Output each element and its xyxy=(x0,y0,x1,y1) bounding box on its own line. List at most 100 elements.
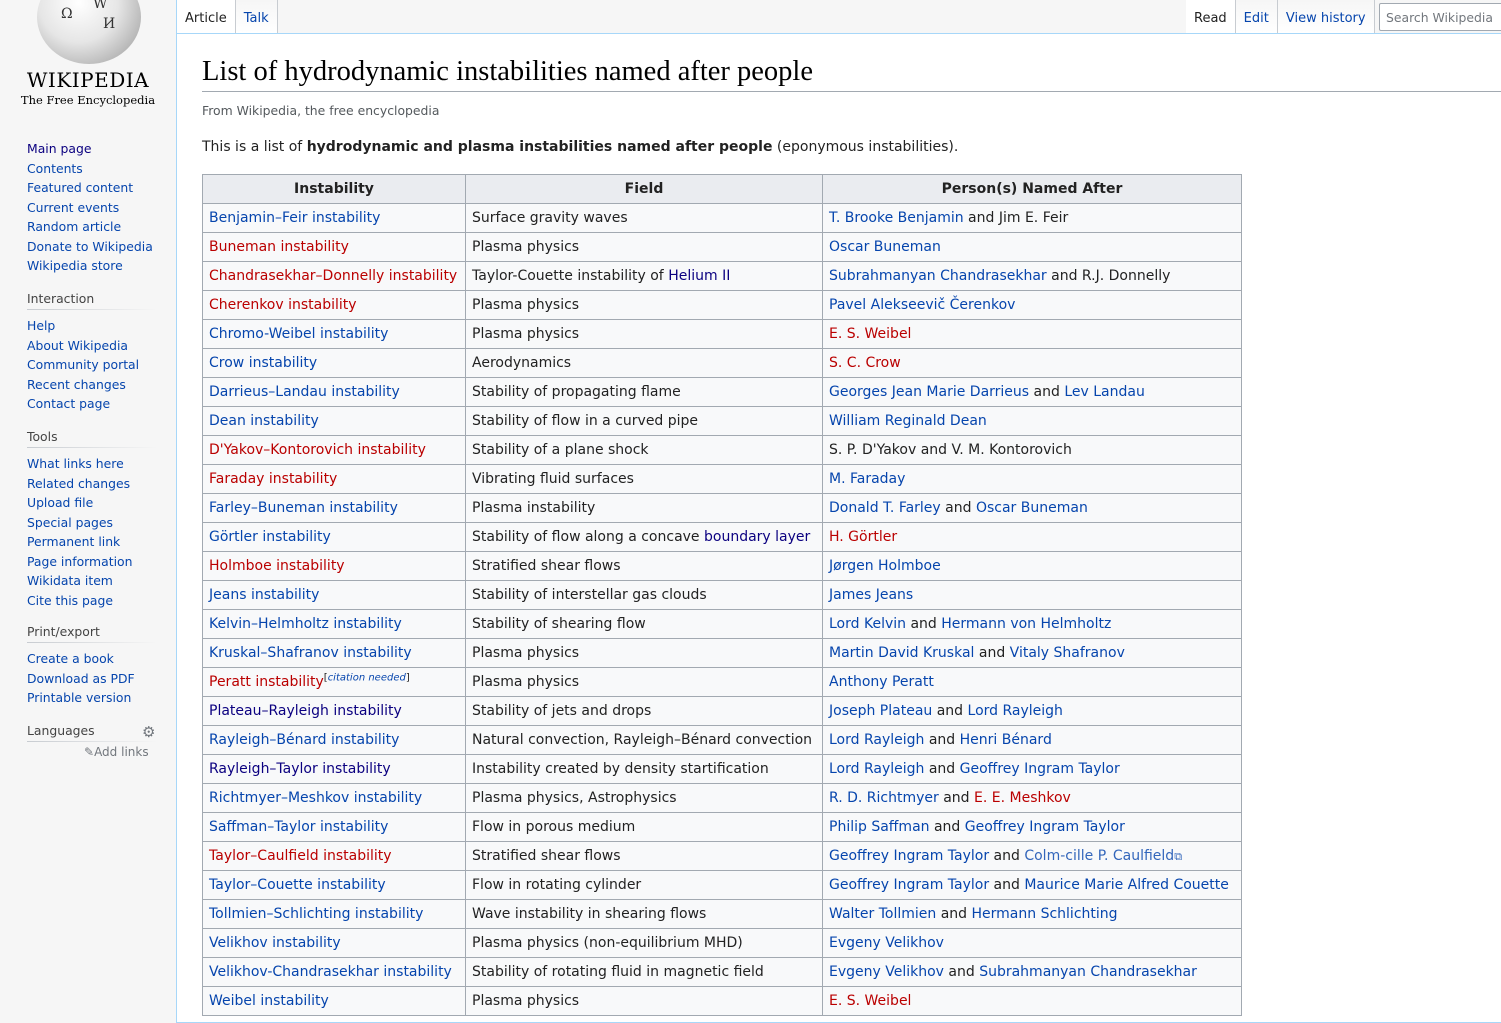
sidebar-item-donate[interactable]: Donate to Wikipedia xyxy=(27,239,153,254)
field-link[interactable]: boundary layer xyxy=(704,529,810,545)
tab-read[interactable]: Read xyxy=(1186,0,1236,33)
sidebar-item-current-events[interactable]: Current events xyxy=(27,200,119,215)
instability-link[interactable]: Richtmyer–Meshkov instability xyxy=(209,790,422,806)
person-link[interactable]: Donald T. Farley xyxy=(829,500,941,516)
instability-link[interactable]: D'Yakov–Kontorovich instability xyxy=(209,442,426,458)
add-links-link[interactable]: ✎Add links xyxy=(84,745,149,759)
column-header-persons[interactable]: Person(s) Named After xyxy=(822,174,1242,204)
sidebar-item-create-book[interactable]: Create a book xyxy=(27,651,114,666)
instability-link[interactable]: Weibel instability xyxy=(209,993,329,1009)
instability-link[interactable]: Chromo-Weibel instability xyxy=(209,326,388,342)
person-link[interactable]: Subrahmanyan Chandrasekhar xyxy=(979,964,1197,980)
sidebar-item-recent-changes[interactable]: Recent changes xyxy=(27,377,126,392)
sidebar-item-printable-version[interactable]: Printable version xyxy=(27,690,131,705)
person-link[interactable]: M. Faraday xyxy=(829,471,905,487)
person-link[interactable]: Geoffrey Ingram Taylor xyxy=(965,819,1125,835)
person-link[interactable]: T. Brooke Benjamin xyxy=(829,210,964,226)
instability-link[interactable]: Peratt instability xyxy=(209,674,324,690)
person-link[interactable]: Hermann von Helmholtz xyxy=(941,616,1111,632)
instability-link[interactable]: Jeans instability xyxy=(209,587,319,603)
sidebar-item-about[interactable]: About Wikipedia xyxy=(27,338,128,353)
person-link[interactable]: James Jeans xyxy=(829,587,913,603)
instability-link[interactable]: Chandrasekhar–Donnelly instability xyxy=(209,268,457,284)
person-link[interactable]: Joseph Plateau xyxy=(829,703,932,719)
sidebar-item-wikidata-item[interactable]: Wikidata item xyxy=(27,573,113,588)
person-link[interactable]: Geoffrey Ingram Taylor xyxy=(829,848,989,864)
person-link[interactable]: Vitaly Shafranov xyxy=(1010,645,1125,661)
instability-link[interactable]: Taylor–Caulfield instability xyxy=(209,848,392,864)
person-link[interactable]: Walter Tollmien xyxy=(829,906,936,922)
person-link[interactable]: Lord Kelvin xyxy=(829,616,906,632)
sidebar-item-related-changes[interactable]: Related changes xyxy=(27,476,130,491)
tab-edit[interactable]: Edit xyxy=(1235,0,1278,33)
person-link[interactable]: Lev Landau xyxy=(1064,384,1145,400)
instability-link[interactable]: Tollmien–Schlichting instability xyxy=(209,906,423,922)
instability-link[interactable]: Dean instability xyxy=(209,413,319,429)
instability-link[interactable]: Farley–Buneman instability xyxy=(209,500,398,516)
sidebar-item-upload-file[interactable]: Upload file xyxy=(27,495,93,510)
tab-article[interactable]: Article xyxy=(176,0,236,33)
person-link[interactable]: Subrahmanyan Chandrasekhar xyxy=(829,268,1047,284)
sidebar-item-download-pdf[interactable]: Download as PDF xyxy=(27,671,135,686)
person-link[interactable]: Lord Rayleigh xyxy=(829,732,924,748)
wikipedia-logo[interactable]: Ω W И WIKIPEDIA The Free Encyclopedia xyxy=(0,0,176,120)
person-link[interactable]: S. C. Crow xyxy=(829,355,901,371)
tab-talk[interactable]: Talk xyxy=(235,0,278,33)
person-link[interactable]: Colm-cille P. Caulfield xyxy=(1024,848,1174,864)
person-link[interactable]: Oscar Buneman xyxy=(829,239,941,255)
instability-link[interactable]: Plateau–Rayleigh instability xyxy=(209,703,402,719)
person-link[interactable]: William Reginald Dean xyxy=(829,413,987,429)
search-input[interactable]: Search Wikipedia xyxy=(1379,3,1501,31)
sidebar-item-page-information[interactable]: Page information xyxy=(27,554,132,569)
instability-link[interactable]: Rayleigh–Bénard instability xyxy=(209,732,399,748)
sidebar-item-main-page[interactable]: Main page xyxy=(27,141,91,156)
person-link[interactable]: R. D. Richtmyer xyxy=(829,790,939,806)
citation-needed-note[interactable]: [citation needed] xyxy=(324,672,410,683)
column-header-instability[interactable]: Instability xyxy=(202,174,466,204)
instability-link[interactable]: Saffman–Taylor instability xyxy=(209,819,388,835)
person-link[interactable]: Geoffrey Ingram Taylor xyxy=(829,877,989,893)
instability-link[interactable]: Holmboe instability xyxy=(209,558,345,574)
person-link[interactable]: Evgeny Velikhov xyxy=(829,935,944,951)
sidebar-item-help[interactable]: Help xyxy=(27,318,55,333)
sidebar-item-what-links-here[interactable]: What links here xyxy=(27,456,124,471)
instability-link[interactable]: Taylor–Couette instability xyxy=(209,877,386,893)
sidebar-item-featured-content[interactable]: Featured content xyxy=(27,180,133,195)
person-link[interactable]: Philip Saffman xyxy=(829,819,930,835)
person-link[interactable]: Martin David Kruskal xyxy=(829,645,974,661)
instability-link[interactable]: Velikhov instability xyxy=(209,935,341,951)
instability-link[interactable]: Cherenkov instability xyxy=(209,297,357,313)
person-link[interactable]: Geoffrey Ingram Taylor xyxy=(960,761,1120,777)
person-link[interactable]: E. S. Weibel xyxy=(829,326,911,342)
instability-link[interactable]: Görtler instability xyxy=(209,529,331,545)
person-link[interactable]: Georges Jean Marie Darrieus xyxy=(829,384,1029,400)
person-link[interactable]: Henri Bénard xyxy=(960,732,1052,748)
instability-link[interactable]: Velikhov-Chandrasekhar instability xyxy=(209,964,452,980)
sidebar-item-contact-page[interactable]: Contact page xyxy=(27,396,110,411)
instability-link[interactable]: Faraday instability xyxy=(209,471,337,487)
sidebar-item-permanent-link[interactable]: Permanent link xyxy=(27,534,120,549)
sidebar-item-random-article[interactable]: Random article xyxy=(27,219,121,234)
citation-needed-link[interactable]: citation needed xyxy=(328,672,406,683)
sidebar-item-store[interactable]: Wikipedia store xyxy=(27,258,123,273)
sidebar-item-special-pages[interactable]: Special pages xyxy=(27,515,113,530)
person-link[interactable]: Jørgen Holmboe xyxy=(829,558,941,574)
gear-icon[interactable]: ⚙ xyxy=(142,723,155,741)
instability-link[interactable]: Kruskal–Shafranov instability xyxy=(209,645,412,661)
person-link[interactable]: Maurice Marie Alfred Couette xyxy=(1024,877,1229,893)
person-link[interactable]: Lord Rayleigh xyxy=(829,761,924,777)
person-link[interactable]: Anthony Peratt xyxy=(829,674,934,690)
field-link[interactable]: Helium II xyxy=(668,268,730,284)
instability-link[interactable]: Darrieus–Landau instability xyxy=(209,384,400,400)
sidebar-item-community-portal[interactable]: Community portal xyxy=(27,357,139,372)
tab-view-history[interactable]: View history xyxy=(1277,0,1375,33)
person-link[interactable]: Evgeny Velikhov xyxy=(829,964,944,980)
column-header-field[interactable]: Field xyxy=(465,174,823,204)
person-link[interactable]: Pavel Alekseevič Čerenkov xyxy=(829,297,1015,313)
sidebar-item-contents[interactable]: Contents xyxy=(27,161,83,176)
instability-link[interactable]: Kelvin–Helmholtz instability xyxy=(209,616,402,632)
person-link[interactable]: Lord Rayleigh xyxy=(968,703,1063,719)
sidebar-item-cite-this-page[interactable]: Cite this page xyxy=(27,593,113,608)
person-link[interactable]: H. Görtler xyxy=(829,529,897,545)
instability-link[interactable]: Benjamin–Feir instability xyxy=(209,210,380,226)
